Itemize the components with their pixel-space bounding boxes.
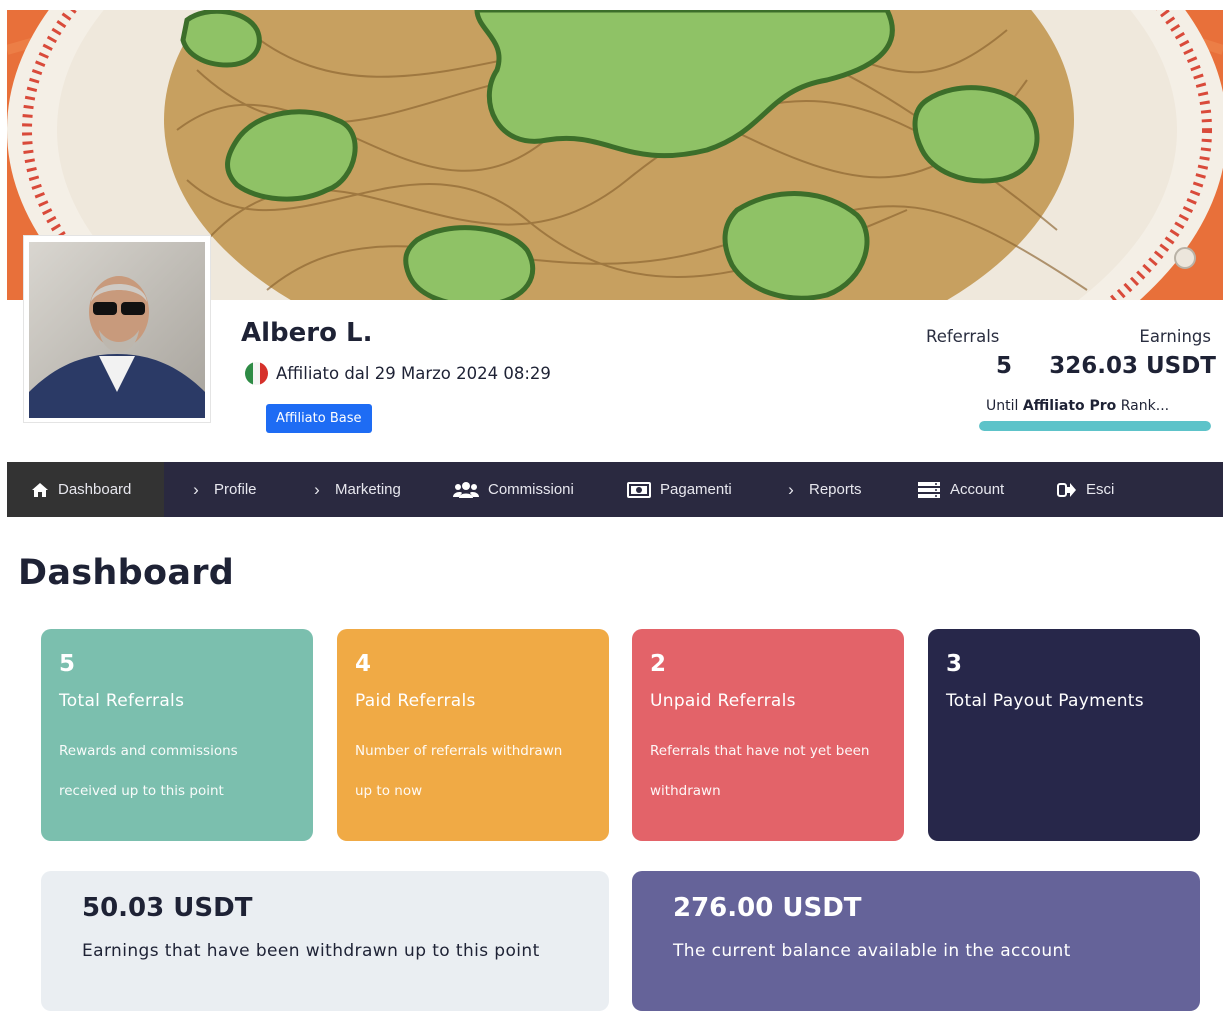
card-value: 5 (59, 651, 76, 677)
next-rank-suffix: Rank... (1120, 398, 1170, 414)
avatar[interactable] (24, 236, 210, 422)
nav-item-profile[interactable]: › Profile (187, 462, 257, 517)
home-icon (32, 482, 48, 497)
rank-progress-fill (979, 421, 1211, 431)
card-total-payouts: 3 Total Payout Payments (928, 629, 1200, 841)
nav-item-dashboard[interactable]: Dashboard (7, 462, 164, 517)
rank-badge: Affiliato Base (266, 404, 372, 433)
referrals-value: 5 (996, 353, 1013, 379)
next-rank-text: Until Affiliato Pro Rank... (986, 398, 1169, 414)
nav-item-commissioni[interactable]: Commissioni (453, 462, 574, 517)
chevron-right-icon: › (788, 479, 794, 499)
card-desc-line: withdrawn (650, 783, 721, 799)
sign-out-icon (1057, 482, 1076, 497)
withdrawn-amount: 50.03 USDT (82, 893, 253, 923)
card-title: Unpaid Referrals (650, 691, 796, 711)
nav-item-esci[interactable]: Esci (1057, 462, 1114, 517)
card-description: Referrals that have not yet been withdra… (650, 731, 886, 811)
withdrawn-earnings-card: 50.03 USDT Earnings that have been withd… (41, 871, 609, 1011)
chevron-right-icon: › (193, 479, 199, 499)
nav-item-reports[interactable]: › Reports (782, 462, 862, 517)
nav-item-marketing[interactable]: › Marketing (308, 462, 401, 517)
nav-label: Esci (1086, 481, 1115, 498)
current-balance-card: 276.00 USDT The current balance availabl… (632, 871, 1200, 1011)
avatar-photo (29, 242, 205, 418)
card-unpaid-referrals: 2 Unpaid Referrals Referrals that have n… (632, 629, 904, 841)
withdrawn-label: Earnings that have been withdrawn up to … (82, 941, 540, 961)
card-description: Number of referrals withdrawn up to now (355, 731, 591, 811)
next-rank-prefix: Until (986, 398, 1019, 414)
nav-label: Dashboard (58, 481, 132, 498)
card-paid-referrals: 4 Paid Referrals Number of referrals wit… (337, 629, 609, 841)
nav-label: Pagamenti (660, 481, 732, 498)
balance-amount: 276.00 USDT (673, 893, 862, 923)
user-name: Albero L. (241, 318, 373, 348)
nav-item-account[interactable]: Account (917, 462, 1004, 517)
referrals-label: Referrals (926, 327, 1000, 346)
nav-item-pagamenti[interactable]: Pagamenti (627, 462, 732, 517)
card-desc-line: Rewards and commissions (59, 743, 238, 759)
earnings-label: Earnings (1139, 327, 1211, 346)
nav-label: Profile (214, 481, 257, 498)
server-icon (918, 481, 940, 498)
card-desc-line: Referrals that have not yet been (650, 743, 870, 759)
chevron-right-icon: › (314, 479, 320, 499)
rank-progress-bar (979, 421, 1211, 431)
users-icon (453, 481, 479, 498)
card-value: 2 (650, 651, 667, 677)
nav-label: Reports (809, 481, 862, 498)
earnings-value: 326.03 USDT (1049, 353, 1216, 379)
main-nav: Dashboard › Profile › Marketing Commissi… (7, 462, 1223, 517)
nav-label: Account (950, 481, 1005, 498)
card-desc-line: up to now (355, 783, 423, 799)
card-description: Rewards and commissions received up to t… (59, 731, 295, 811)
card-value: 4 (355, 651, 372, 677)
join-date: Affiliato dal 29 Marzo 2024 08:29 (245, 362, 551, 385)
card-total-referrals: 5 Total Referrals Rewards and commission… (41, 629, 313, 841)
next-rank-name: Affiliato Pro (1022, 398, 1117, 414)
balance-label: The current balance available in the acc… (673, 941, 1071, 961)
card-desc-line: received up to this point (59, 783, 224, 799)
nav-label: Commissioni (488, 481, 574, 498)
card-title: Total Referrals (59, 691, 185, 711)
card-title: Paid Referrals (355, 691, 476, 711)
card-value: 3 (946, 651, 963, 677)
card-desc-line: Number of referrals withdrawn (355, 743, 563, 759)
card-title: Total Payout Payments (946, 691, 1144, 711)
join-date-text: Affiliato dal 29 Marzo 2024 08:29 (276, 364, 551, 383)
page-title: Dashboard (18, 553, 235, 593)
italy-flag-icon (245, 362, 268, 385)
nav-label: Marketing (335, 481, 401, 498)
money-icon (627, 481, 651, 498)
